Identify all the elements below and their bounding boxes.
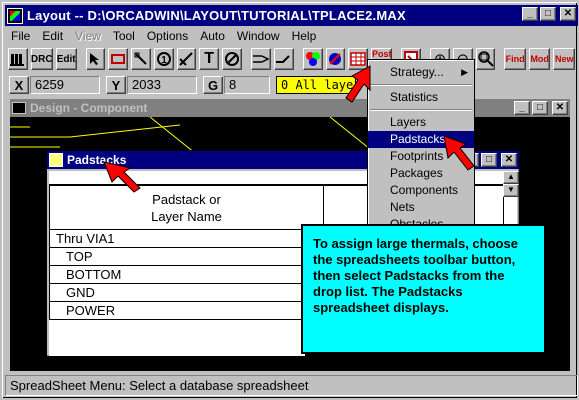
design-title: Design - Component bbox=[30, 101, 148, 115]
library-icon bbox=[9, 54, 24, 66]
pin-tool-button[interactable] bbox=[131, 48, 151, 70]
menu-separator bbox=[370, 84, 472, 86]
component-icon bbox=[111, 54, 126, 64]
menu-help[interactable]: Help bbox=[286, 29, 323, 43]
menu-separator bbox=[370, 109, 472, 111]
close-button[interactable]: ✕ bbox=[560, 7, 576, 21]
svg-text:1: 1 bbox=[161, 55, 167, 66]
status-bar: SpreadSheet Menu: Select a database spre… bbox=[5, 375, 578, 396]
submenu-arrow-icon: ▶ bbox=[461, 67, 468, 77]
title-bar: Layout -- D:\ORCADWIN\LAYOUT\TUTORIAL\TP… bbox=[5, 5, 578, 26]
route-tool-button[interactable] bbox=[273, 48, 294, 70]
row-name[interactable]: POWER bbox=[49, 301, 324, 320]
layout-window: Layout -- D:\ORCADWIN\LAYOUT\TUTORIAL\TP… bbox=[0, 0, 579, 400]
menu-window[interactable]: Window bbox=[231, 29, 286, 43]
padstacks-window-icon[interactable] bbox=[49, 153, 63, 167]
error-tool-button[interactable] bbox=[222, 48, 242, 70]
padstack-icon: 1 bbox=[156, 52, 171, 66]
design-close-button[interactable]: ✕ bbox=[552, 101, 568, 115]
menu-file[interactable]: File bbox=[5, 29, 36, 43]
drc-button[interactable]: DRC bbox=[30, 48, 53, 70]
design-window-controls: _ □ ✕ bbox=[514, 101, 568, 115]
vertical-scrollbar[interactable]: ▲ ▼ bbox=[503, 171, 519, 197]
row-name[interactable]: Thru VIA1 bbox=[49, 229, 324, 248]
header-line-2: Layer Name bbox=[151, 208, 222, 224]
coordinate-bar: X 6259 Y 2033 G 8 0 All layers bbox=[5, 73, 578, 97]
obstacle-icon bbox=[179, 52, 194, 66]
scroll-down-button[interactable]: ▼ bbox=[503, 184, 519, 197]
padstacks-maximize-button[interactable]: □ bbox=[481, 153, 497, 167]
modify-button[interactable]: Mod bbox=[528, 48, 551, 70]
x-label: X bbox=[9, 76, 29, 94]
dropdown-item-statistics[interactable]: Statistics bbox=[368, 89, 474, 106]
y-coordinate: 2033 bbox=[127, 76, 197, 94]
y-label: Y bbox=[106, 76, 126, 94]
find-button[interactable]: Find bbox=[504, 48, 526, 70]
grid-value: 8 bbox=[224, 76, 270, 94]
padstacks-close-button[interactable]: ✕ bbox=[501, 153, 517, 167]
menu-edit[interactable]: Edit bbox=[36, 29, 69, 43]
window-controls: _ □ ✕ bbox=[522, 7, 576, 21]
tutorial-callout: To assign large thermals, choose the spr… bbox=[301, 224, 546, 354]
connection-icon bbox=[252, 55, 270, 63]
dropdown-item-nets[interactable]: Nets bbox=[368, 199, 474, 216]
edit-button[interactable]: Edit bbox=[55, 48, 77, 70]
design-minimize-button[interactable]: _ bbox=[514, 101, 530, 115]
app-icon[interactable] bbox=[7, 7, 23, 24]
dropdown-item-components[interactable]: Components bbox=[368, 182, 474, 199]
reconnect-icon bbox=[329, 53, 342, 65]
pointer-arrow-icon bbox=[443, 135, 475, 171]
menu-options[interactable]: Options bbox=[141, 29, 194, 43]
dropdown-item-layers[interactable]: Layers bbox=[368, 114, 474, 131]
toolbar: DRC Edit 1 T Post Find Mod New bbox=[5, 46, 578, 72]
row-name[interactable]: BOTTOM bbox=[49, 265, 324, 284]
pin-icon bbox=[134, 52, 147, 65]
pointer-icon bbox=[90, 53, 100, 65]
minimize-button[interactable]: _ bbox=[522, 7, 538, 21]
row-name[interactable]: GND bbox=[49, 283, 324, 302]
x-coordinate: 6259 bbox=[30, 76, 100, 94]
menu-view[interactable]: View bbox=[69, 29, 107, 43]
new-button[interactable]: New bbox=[553, 48, 575, 70]
pointer-arrow-icon bbox=[345, 65, 371, 103]
dropdown-item-label: Strategy... bbox=[390, 65, 444, 79]
route-icon bbox=[275, 55, 290, 63]
design-maximize-button[interactable]: □ bbox=[532, 101, 548, 115]
menu-auto[interactable]: Auto bbox=[194, 29, 231, 43]
dropdown-item-strategy[interactable]: Strategy... ▶ bbox=[368, 64, 474, 81]
pointer-arrow-icon bbox=[103, 161, 141, 193]
connection-tool-button[interactable] bbox=[250, 48, 271, 70]
obstacle-tool-button[interactable] bbox=[176, 48, 197, 70]
row-name[interactable]: TOP bbox=[49, 247, 324, 266]
component-tool-button[interactable] bbox=[108, 48, 129, 70]
maximize-button[interactable]: □ bbox=[540, 7, 556, 21]
padstack-tool-button[interactable]: 1 bbox=[153, 48, 174, 70]
text-tool-button[interactable]: T bbox=[199, 48, 220, 70]
library-button[interactable] bbox=[8, 48, 28, 70]
pointer-tool-button[interactable] bbox=[85, 48, 106, 70]
menu-tool[interactable]: Tool bbox=[107, 29, 141, 43]
menu-bar: File Edit View Tool Options Auto Window … bbox=[5, 26, 578, 45]
error-circle-icon bbox=[224, 52, 239, 66]
color-icon bbox=[305, 52, 320, 66]
window-title: Layout -- D:\ORCADWIN\LAYOUT\TUTORIAL\TP… bbox=[27, 8, 406, 23]
color-button[interactable] bbox=[302, 48, 323, 70]
zoom-all-icon bbox=[477, 51, 494, 67]
design-title-bar: Design - Component _ □ ✕ bbox=[10, 99, 570, 117]
design-window-icon[interactable] bbox=[12, 102, 26, 114]
column-header-padstack[interactable]: Padstack or Layer Name bbox=[49, 185, 324, 230]
grid-label: G bbox=[203, 76, 223, 94]
scroll-up-button[interactable]: ▲ bbox=[503, 171, 519, 184]
zoom-all-button[interactable] bbox=[475, 48, 496, 70]
header-line-1: Padstack or bbox=[152, 191, 221, 207]
